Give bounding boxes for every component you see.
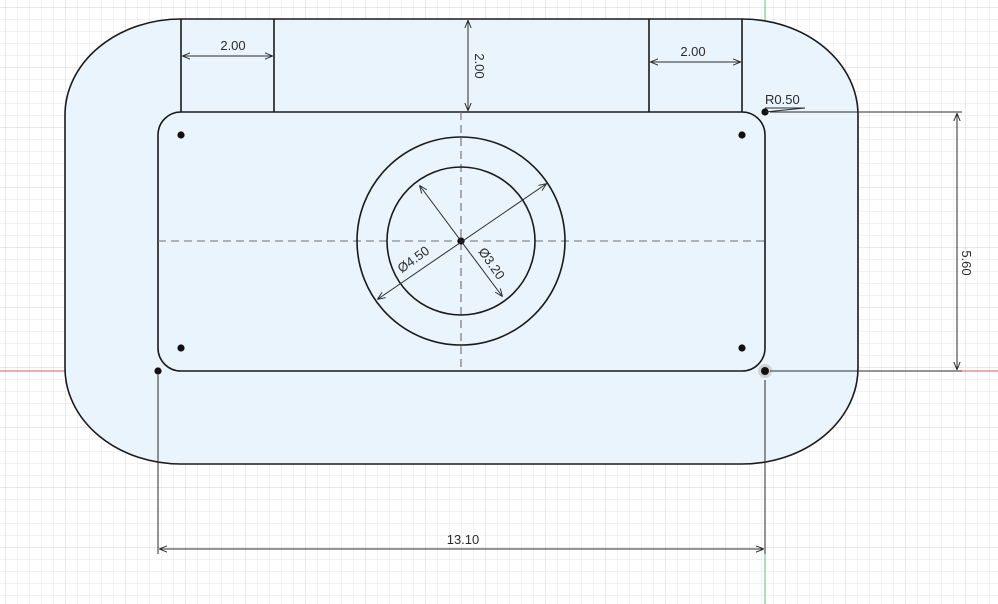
dimension-label: 13.10 (447, 532, 480, 547)
dimension-label: 2.00 (472, 53, 487, 78)
dimension-label: R0.50 (765, 92, 800, 107)
sketch-point[interactable] (177, 344, 185, 352)
dimension-label: 5.60 (959, 250, 974, 275)
origin-point[interactable] (761, 367, 769, 375)
sketch-canvas[interactable]: 2.00 2.00 2.00 R0.50 5.60 13.10 Ø4.50 Ø3… (0, 0, 998, 604)
sketch-point[interactable] (738, 131, 746, 139)
sketch-point[interactable] (154, 367, 162, 375)
sketch-point[interactable] (177, 131, 185, 139)
dimension-label: 2.00 (220, 38, 245, 53)
sketch-point[interactable] (738, 344, 746, 352)
dimension-label: 2.00 (680, 44, 705, 59)
